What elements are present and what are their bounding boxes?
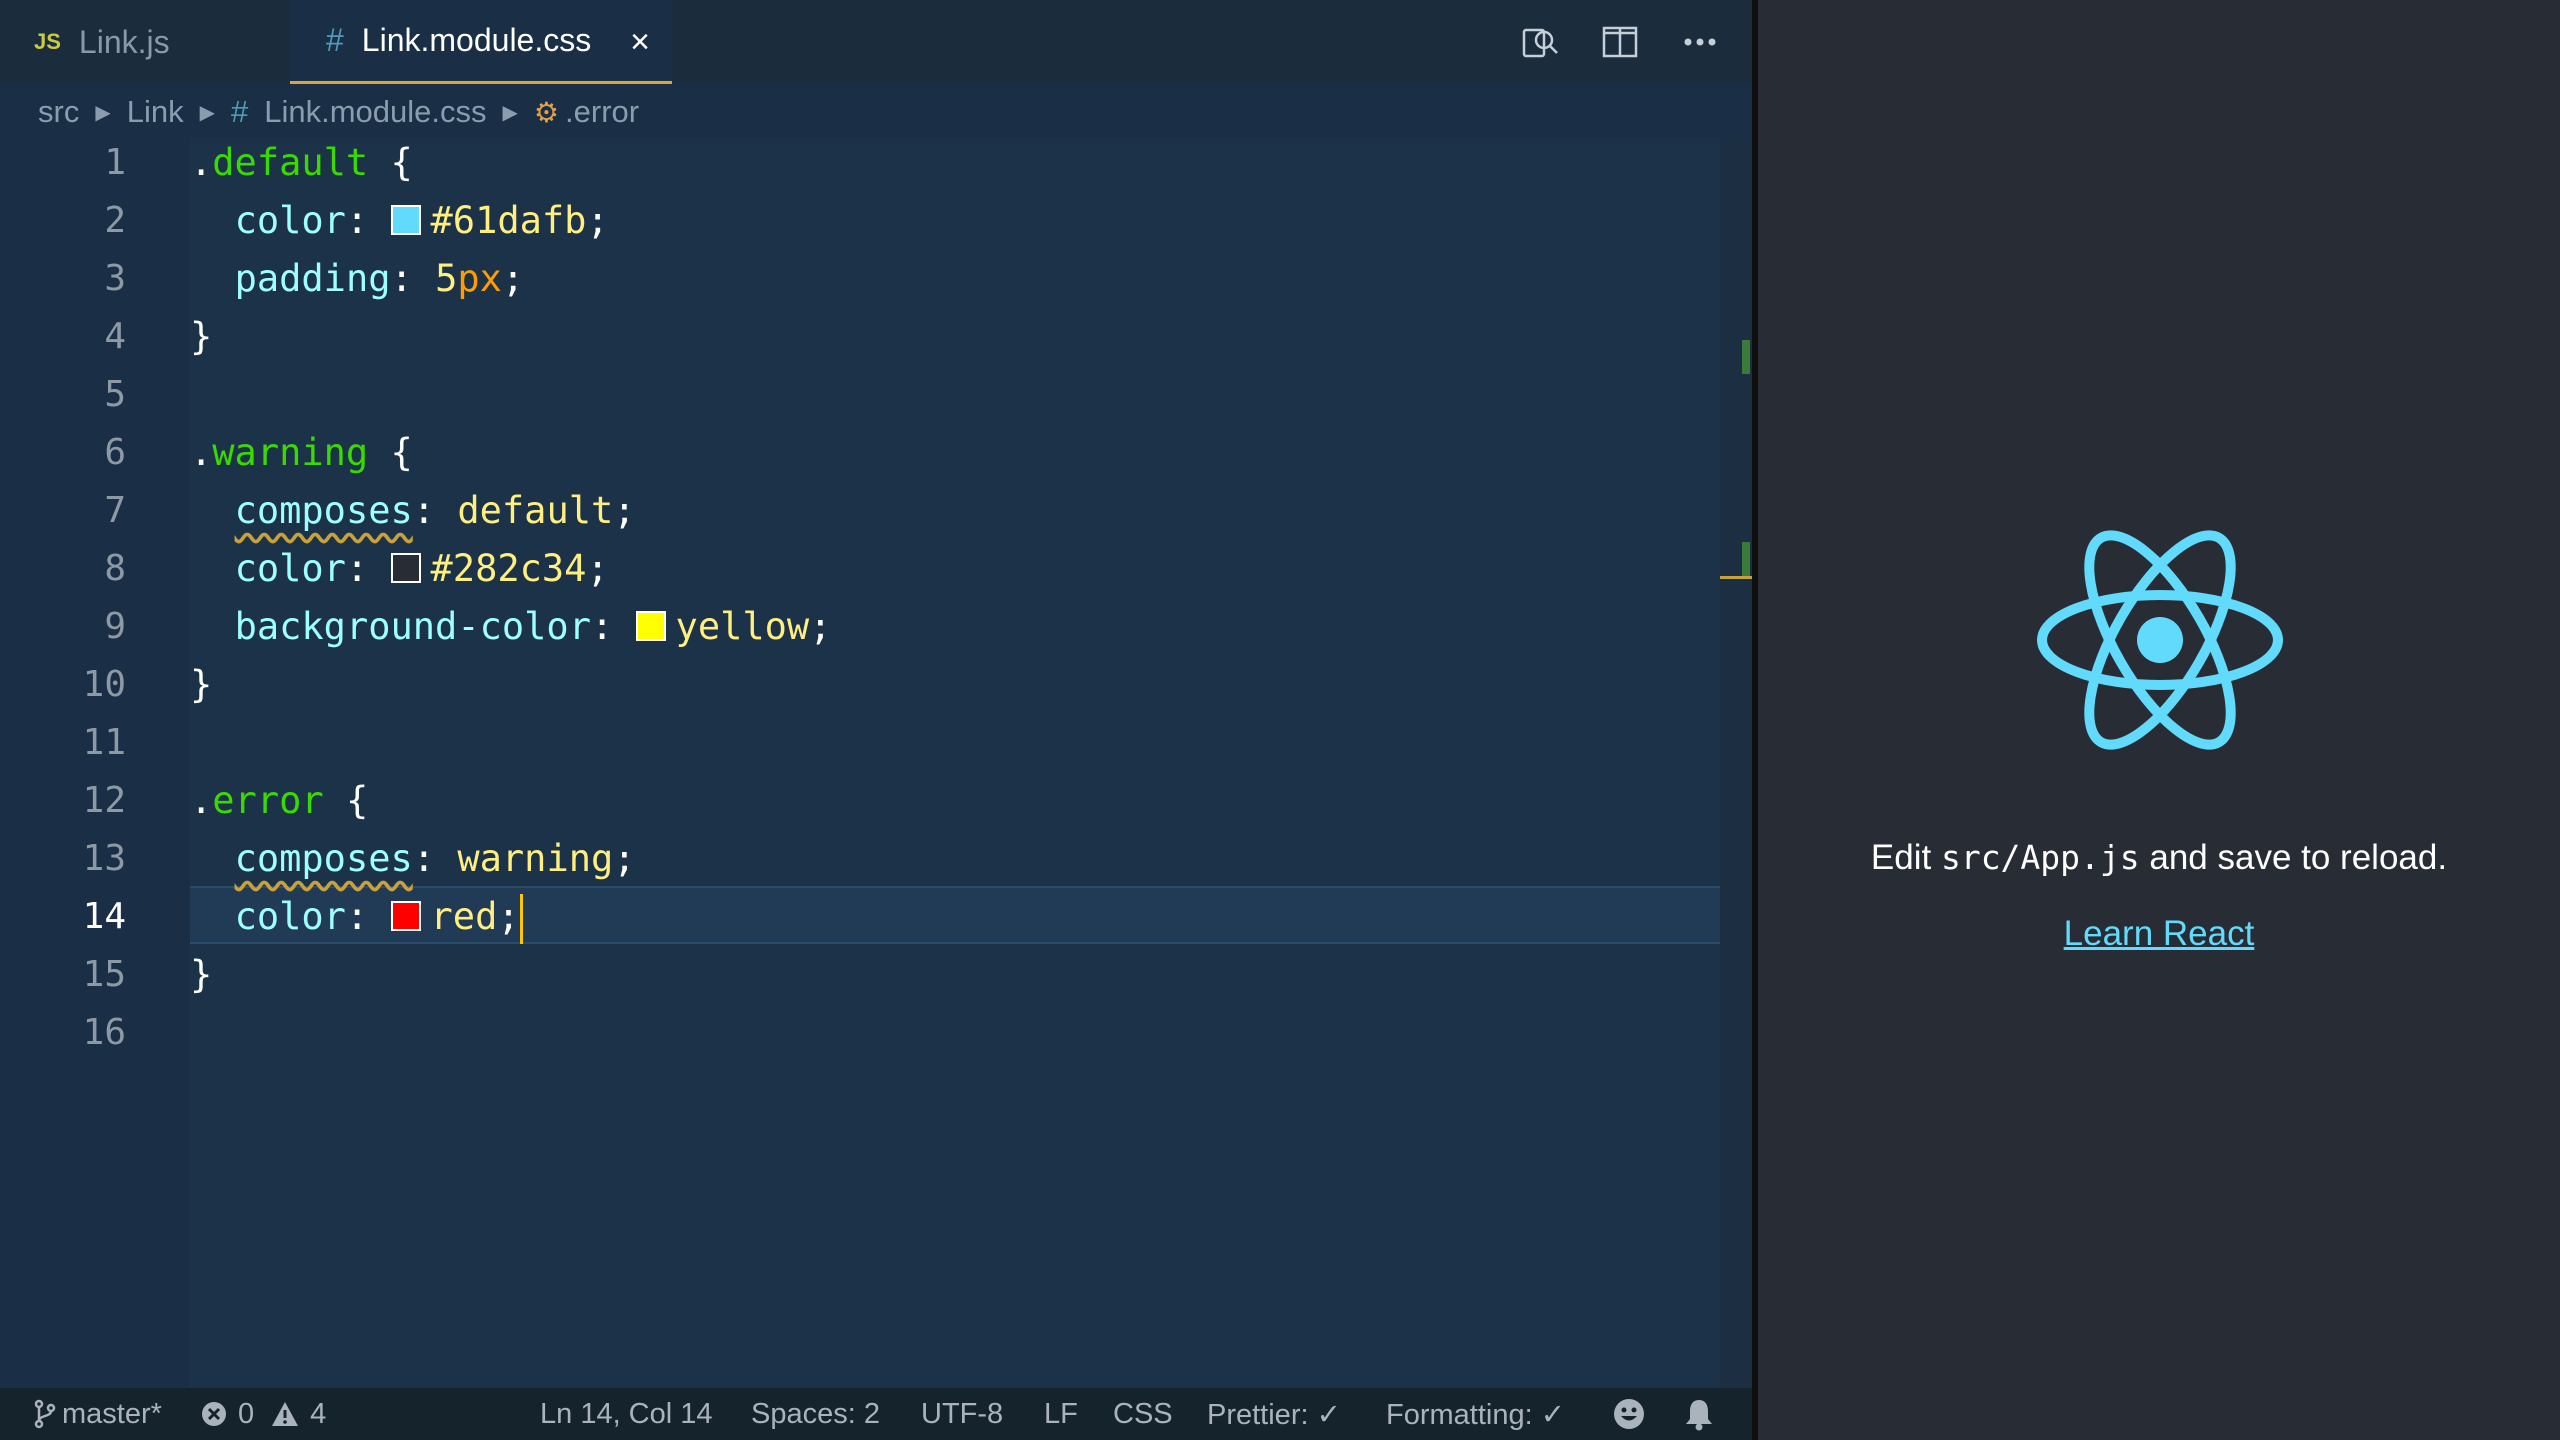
code-line: background-color: yellow;: [234, 605, 832, 648]
react-logo: [2037, 530, 2283, 750]
code-line: }: [190, 953, 213, 996]
code-line: composes: warning;: [234, 837, 636, 880]
code-line: .error {: [190, 779, 369, 822]
line-number: 1: [104, 142, 126, 183]
tab-label: Link.js: [78, 23, 170, 60]
breadcrumb-link[interactable]: Link: [127, 94, 184, 130]
code-line: color: #282c34;: [234, 547, 609, 590]
tab-link-js[interactable]: JS Link.js: [0, 0, 290, 84]
breadcrumb-src[interactable]: src: [38, 94, 79, 130]
editor-actions: [1518, 20, 1722, 64]
tab-bar: JS Link.js # Link.module.css ×: [0, 0, 1752, 84]
code-line: .default {: [190, 141, 413, 184]
line-number: 10: [82, 664, 126, 705]
breadcrumb: src ▶ Link ▶ # Link.module.css ▶ ⚙ .erro…: [38, 88, 639, 136]
line-number: 15: [82, 954, 126, 995]
line-number: 2: [104, 200, 126, 241]
tab-link-module-css[interactable]: # Link.module.css ×: [290, 0, 672, 84]
chevron-right-icon: ▶: [95, 101, 111, 124]
chevron-right-icon: ▶: [502, 101, 518, 124]
minimap[interactable]: [1720, 138, 1752, 1388]
minimap-change-marker: [1742, 340, 1750, 374]
status-bar: master* 0 4 Ln 14, Col 14 Spaces: 2 UTF-…: [0, 1388, 1752, 1440]
chevron-right-icon: ▶: [199, 101, 215, 124]
code-line: padding: 5px;: [234, 257, 525, 300]
open-preview-icon[interactable]: [1518, 20, 1562, 64]
code-line: }: [190, 663, 213, 706]
line-number: 4: [104, 316, 126, 357]
symbol-class-icon: ⚙: [533, 96, 560, 128]
text-caret: [519, 893, 523, 944]
line-number-current: 14: [82, 896, 126, 937]
indentation[interactable]: Spaces: 2: [751, 1388, 880, 1440]
minimap-warning-marker: [1720, 576, 1752, 579]
css-file-icon: #: [326, 22, 344, 58]
code-area[interactable]: [190, 138, 1720, 1388]
error-icon: [202, 1402, 226, 1426]
edit-instructions: Edit src/App.js and save to reload.: [1870, 838, 2448, 877]
line-number: 6: [104, 432, 126, 473]
warning-icon: [272, 1402, 299, 1426]
color-swatch[interactable]: [390, 552, 421, 583]
code-line: }: [190, 315, 213, 358]
line-number: 9: [104, 606, 126, 647]
line-number: 16: [82, 1012, 126, 1053]
color-swatch[interactable]: [635, 610, 666, 641]
code-line-current: color: red;: [190, 888, 523, 946]
learn-react-link[interactable]: Learn React: [1758, 914, 2560, 954]
line-number: 12: [82, 780, 126, 821]
close-icon[interactable]: ×: [630, 22, 650, 62]
code-editor[interactable]: JS Link.js # Link.module.css × src ▶ Lin…: [0, 0, 1752, 1440]
color-swatch[interactable]: [390, 204, 421, 235]
code-line: color: #61dafb;: [234, 199, 609, 242]
formatting-status[interactable]: Formatting: ✓: [1386, 1388, 1565, 1440]
code-line: composes: default;: [234, 489, 636, 532]
git-branch[interactable]: master*: [34, 1388, 162, 1440]
js-file-icon: JS: [34, 29, 61, 54]
more-actions-icon[interactable]: [1678, 20, 1722, 64]
color-swatch[interactable]: [390, 900, 421, 931]
notifications-bell-icon[interactable]: [1684, 1388, 1714, 1440]
split-editor-icon[interactable]: [1598, 20, 1642, 64]
cursor-position[interactable]: Ln 14, Col 14: [540, 1388, 713, 1440]
line-number: 7: [104, 490, 126, 531]
line-number: 3: [104, 258, 126, 299]
encoding[interactable]: UTF-8: [921, 1388, 1003, 1440]
line-number: 13: [82, 838, 126, 879]
git-branch-icon: [34, 1399, 56, 1429]
feedback-smiley-icon[interactable]: [1612, 1388, 1646, 1440]
code-line: .warning {: [190, 431, 413, 474]
breadcrumb-file[interactable]: Link.module.css: [264, 94, 486, 130]
breadcrumb-symbol[interactable]: .error: [565, 94, 639, 130]
css-file-icon: #: [230, 94, 249, 129]
end-of-line[interactable]: LF: [1044, 1388, 1078, 1440]
line-number: 5: [104, 374, 126, 415]
line-number: 8: [104, 548, 126, 589]
problems-indicator[interactable]: 0 4: [200, 1388, 326, 1440]
line-number: 11: [82, 722, 126, 763]
minimap-change-marker: [1742, 542, 1750, 576]
tab-label: Link.module.css: [361, 22, 592, 58]
code-snippet: src/App.js: [1940, 838, 2140, 877]
language-mode[interactable]: CSS: [1113, 1388, 1173, 1440]
prettier-status[interactable]: Prettier: ✓: [1207, 1388, 1341, 1440]
